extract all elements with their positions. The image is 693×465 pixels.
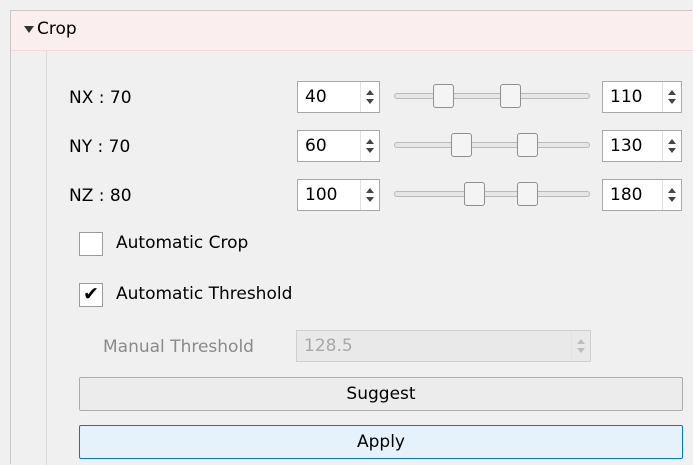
spin-down-icon[interactable] [366, 197, 374, 202]
spin-down-icon[interactable] [577, 348, 585, 353]
spin-up-icon[interactable] [668, 188, 676, 193]
nz-min-spinbox[interactable]: 100 [297, 179, 380, 211]
spin-up-icon[interactable] [668, 90, 676, 95]
collapse-arrow-icon[interactable] [24, 26, 34, 33]
spin-up-icon[interactable] [366, 90, 374, 95]
nx-range-slider[interactable] [394, 81, 590, 113]
nz-max-value: 180 [610, 185, 643, 205]
nz-max-stepper[interactable] [662, 180, 681, 210]
nx-min-stepper[interactable] [360, 82, 379, 112]
spin-down-icon[interactable] [668, 197, 676, 202]
spin-up-icon[interactable] [366, 139, 374, 144]
checkmark-icon: ✔ [83, 283, 99, 305]
ny-max-stepper[interactable] [662, 131, 681, 161]
manual-threshold-stepper[interactable] [571, 331, 590, 361]
ny-low-handle[interactable] [451, 133, 472, 157]
nz-min-stepper[interactable] [360, 180, 379, 210]
nz-range-slider[interactable] [394, 179, 590, 211]
nx-high-handle[interactable] [500, 84, 521, 108]
spin-up-icon[interactable] [668, 139, 676, 144]
nx-min-spinbox[interactable]: 40 [297, 81, 380, 113]
spin-up-icon[interactable] [577, 339, 585, 344]
spin-down-icon[interactable] [668, 99, 676, 104]
spin-down-icon[interactable] [366, 148, 374, 153]
nx-max-value: 110 [610, 87, 643, 107]
nx-label: NX : 70 [69, 88, 132, 108]
nz-label: NZ : 80 [69, 186, 132, 206]
manual-threshold-spinbox[interactable]: 128.5 [296, 330, 591, 362]
crop-section-header[interactable]: Crop [11, 11, 693, 51]
ny-min-value: 60 [305, 136, 327, 156]
ny-label: NY : 70 [69, 137, 131, 157]
automatic-threshold-label[interactable]: Automatic Threshold [116, 284, 292, 304]
nz-min-value: 100 [305, 185, 338, 205]
ny-range-slider[interactable] [394, 130, 590, 162]
section-title: Crop [37, 19, 77, 39]
spin-down-icon[interactable] [366, 99, 374, 104]
apply-button[interactable]: Apply [79, 425, 683, 459]
suggest-button[interactable]: Suggest [79, 377, 683, 411]
automatic-crop-checkbox[interactable] [79, 232, 103, 256]
ny-min-spinbox[interactable]: 60 [297, 130, 380, 162]
ny-max-value: 130 [610, 136, 643, 156]
ny-max-spinbox[interactable]: 130 [602, 130, 682, 162]
nx-min-value: 40 [305, 87, 327, 107]
automatic-crop-label[interactable]: Automatic Crop [116, 233, 248, 253]
manual-threshold-label: Manual Threshold [103, 337, 254, 357]
slider-groove[interactable] [394, 93, 590, 99]
nx-max-spinbox[interactable]: 110 [602, 81, 682, 113]
indent-separator [46, 51, 47, 465]
automatic-threshold-checkbox[interactable]: ✔ [79, 283, 103, 307]
manual-threshold-value: 128.5 [304, 336, 353, 356]
ny-high-handle[interactable] [517, 133, 538, 157]
nz-low-handle[interactable] [464, 182, 485, 206]
nx-max-stepper[interactable] [662, 82, 681, 112]
spin-down-icon[interactable] [668, 148, 676, 153]
slider-groove[interactable] [394, 191, 590, 197]
nz-max-spinbox[interactable]: 180 [602, 179, 682, 211]
nx-low-handle[interactable] [433, 84, 454, 108]
slider-groove[interactable] [394, 142, 590, 148]
nz-high-handle[interactable] [517, 182, 538, 206]
spin-up-icon[interactable] [366, 188, 374, 193]
ny-min-stepper[interactable] [360, 131, 379, 161]
